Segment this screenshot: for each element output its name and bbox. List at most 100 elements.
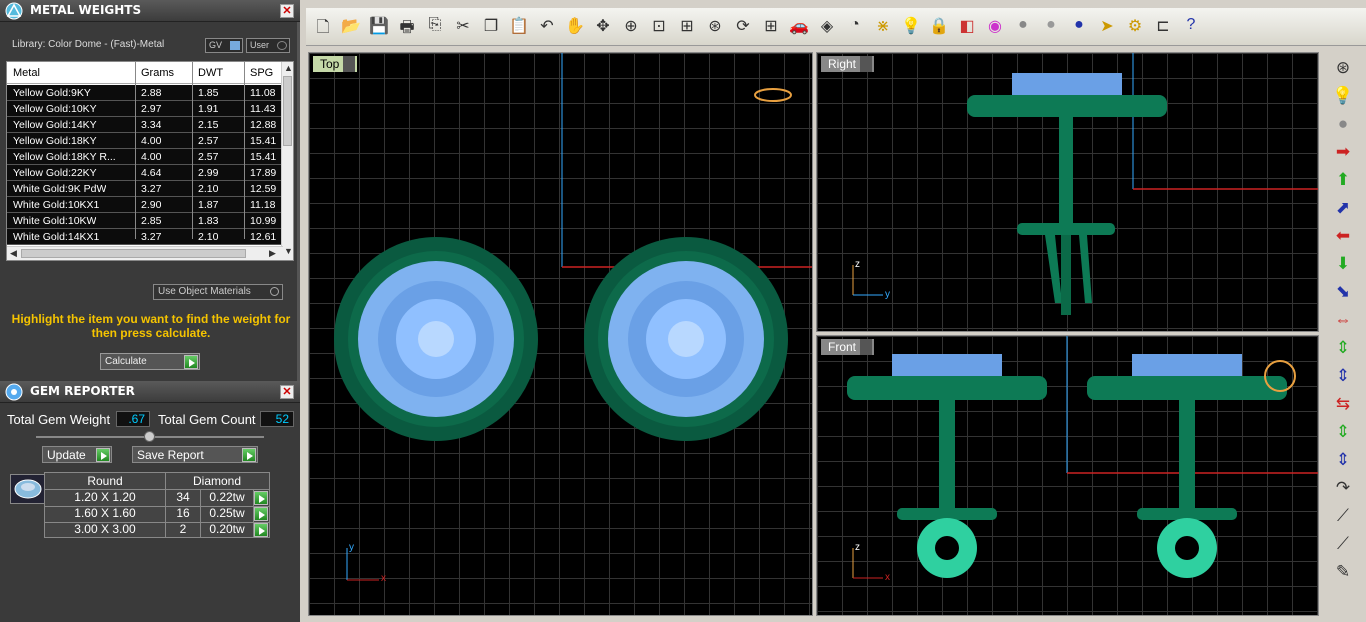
copy-icon[interactable]: ❐ xyxy=(480,16,502,38)
gauge-icon[interactable]: ◔ xyxy=(844,16,866,38)
col-spg[interactable]: SPG xyxy=(250,67,273,79)
print-icon[interactable]: 🖶 xyxy=(396,16,418,38)
metal-row[interactable]: Yellow Gold:22KY 4.64 2.99 17.89 xyxy=(7,165,283,181)
metal-weights-titlebar[interactable]: METAL WEIGHTS ✕ xyxy=(0,0,300,22)
move-icon[interactable]: ✥ xyxy=(592,16,614,38)
metal-row[interactable]: White Gold:14KX1 3.27 2.10 12.61 xyxy=(7,229,283,245)
zoom-window-icon[interactable]: ⊡ xyxy=(648,16,670,38)
scale-z-icon[interactable]: ⇕ xyxy=(1331,366,1355,388)
scroll-left-icon[interactable]: ◀ xyxy=(10,248,17,259)
gem-row-go-button[interactable] xyxy=(254,523,268,537)
front-viewport[interactable]: Front z x xyxy=(816,335,1319,616)
gem-reporter-titlebar[interactable]: GEM REPORTER ✕ xyxy=(0,381,300,403)
top-viewport[interactable]: Top y x xyxy=(308,52,813,616)
dimension-icon[interactable]: ⊏ xyxy=(1152,16,1174,38)
metal-table-hscroll[interactable]: ◀ ▶ xyxy=(7,246,283,260)
arrow-left-icon[interactable]: ⬅ xyxy=(1331,226,1355,248)
update-button[interactable]: Update xyxy=(42,446,112,463)
metal-row[interactable]: White Gold:10KX1 2.90 1.87 11.18 xyxy=(7,197,283,213)
metal-spg: 11.08 xyxy=(250,87,276,99)
rotate-icon[interactable]: ↷ xyxy=(1331,478,1355,500)
scale-y-icon[interactable]: ⇕ xyxy=(1331,338,1355,360)
save-report-button[interactable]: Save Report xyxy=(132,446,258,463)
total-gem-count-value: 52 xyxy=(260,411,294,427)
use-object-materials-toggle[interactable]: Use Object Materials xyxy=(153,284,283,300)
car-icon[interactable]: 🚗 xyxy=(788,16,810,38)
mirror-y-icon[interactable]: ⇕ xyxy=(1331,422,1355,444)
viewport-layout-icon[interactable]: ⊞ xyxy=(760,16,782,38)
zoom-in-icon[interactable]: ⊕ xyxy=(620,16,642,38)
col-metal[interactable]: Metal xyxy=(13,67,40,79)
metal-row[interactable]: White Gold:10KW 2.85 1.83 10.99 xyxy=(7,213,283,229)
user-toggle[interactable]: User xyxy=(246,38,290,53)
color-wheel-icon[interactable]: ◉ xyxy=(984,16,1006,38)
paste-icon[interactable]: 📋 xyxy=(508,16,530,38)
metal-weights-close-button[interactable]: ✕ xyxy=(280,4,294,18)
metal-row[interactable]: Yellow Gold:18KY R... 4.00 2.57 15.41 xyxy=(7,149,283,165)
eraser-icon[interactable]: ✎ xyxy=(1331,562,1355,584)
arrow-down-icon[interactable]: ⬇ xyxy=(1331,254,1355,276)
zoom-dynamic-icon[interactable]: ⊛ xyxy=(704,16,726,38)
metal-row[interactable]: Yellow Gold:10KY 2.97 1.91 11.43 xyxy=(7,101,283,117)
cut-icon[interactable]: ✂ xyxy=(452,16,474,38)
gem-row-go-button[interactable] xyxy=(254,507,268,521)
arrow-right-icon[interactable]: ➡ xyxy=(1331,142,1355,164)
sphere-grey-icon[interactable]: ● xyxy=(1040,16,1062,38)
rotate-view-icon[interactable]: ⟳ xyxy=(732,16,754,38)
sphere-icon[interactable]: ● xyxy=(1012,16,1034,38)
arrow-diag-down-icon[interactable]: ⬊ xyxy=(1331,282,1355,304)
metal-table[interactable]: Metal Grams DWT SPG Yellow Gold:9KY 2.88 1… xyxy=(6,61,294,261)
sphere-blue-icon[interactable]: ● xyxy=(1068,16,1090,38)
gear-icon[interactable]: ⚙ xyxy=(1124,16,1146,38)
save-icon[interactable]: 💾 xyxy=(368,16,390,38)
metal-dwt: 1.91 xyxy=(198,103,219,115)
snap-icon[interactable]: ⋇ xyxy=(872,16,894,38)
layer-icon[interactable]: ◧ xyxy=(956,16,978,38)
gem-slider-handle[interactable] xyxy=(144,431,155,442)
metal-grams: 4.00 xyxy=(141,135,162,147)
gem-row-go-button[interactable] xyxy=(254,491,268,505)
metal-table-vscroll[interactable]: ▲ ▼ xyxy=(281,62,293,260)
open-icon[interactable]: 📂 xyxy=(340,16,362,38)
undo-icon[interactable]: ↶ xyxy=(536,16,558,38)
scale-x-icon[interactable]: ⇔ xyxy=(1331,310,1355,332)
arrow-up-icon[interactable]: ⬆ xyxy=(1331,170,1355,192)
pan-hand-icon[interactable]: ✋ xyxy=(564,16,586,38)
arrow-diag-icon[interactable]: ⬈ xyxy=(1331,198,1355,220)
mirror-z-icon[interactable]: ⇕ xyxy=(1331,450,1355,472)
col-dwt[interactable]: DWT xyxy=(198,67,223,79)
metal-row[interactable]: White Gold:9K PdW 3.27 2.10 12.59 xyxy=(7,181,283,197)
gem-reporter-close-button[interactable]: ✕ xyxy=(280,385,294,399)
user-toggle-indicator xyxy=(277,41,287,50)
vscroll-thumb[interactable] xyxy=(283,76,292,146)
scroll-down-icon[interactable]: ▼ xyxy=(284,246,293,256)
col-grams[interactable]: Grams xyxy=(141,67,174,79)
metal-row[interactable]: Yellow Gold:9KY 2.88 1.85 11.08 xyxy=(7,85,283,101)
column-divider xyxy=(244,62,245,239)
scroll-up-icon[interactable]: ▲ xyxy=(284,63,293,73)
line-icon[interactable]: ⟋ xyxy=(1331,506,1355,528)
pointer-icon[interactable]: ➤ xyxy=(1096,16,1118,38)
gumball-icon[interactable]: ◈ xyxy=(816,16,838,38)
lock-icon[interactable]: 🔒 xyxy=(928,16,950,38)
hscroll-thumb[interactable] xyxy=(21,249,246,258)
gem-weight: 0.22tw xyxy=(209,490,245,504)
calculate-button[interactable]: Calculate xyxy=(100,353,200,370)
gv-toggle[interactable]: GV xyxy=(205,38,243,53)
metal-spg: 15.41 xyxy=(250,135,277,147)
metal-row[interactable]: Yellow Gold:14KY 3.34 2.15 12.88 xyxy=(7,117,283,133)
light-icon[interactable]: 💡 xyxy=(1331,86,1355,108)
view-cube-icon[interactable]: ⊛ xyxy=(1331,58,1355,80)
metal-row[interactable]: Yellow Gold:18KY 4.00 2.57 15.41 xyxy=(7,133,283,149)
copy-file-icon[interactable]: ⎘ xyxy=(424,16,446,38)
new-icon[interactable]: 🗋 xyxy=(312,16,334,38)
scroll-right-icon[interactable]: ▶ xyxy=(269,248,276,259)
light-bulb-icon[interactable]: 💡 xyxy=(900,16,922,38)
right-viewport[interactable]: Right z y xyxy=(816,52,1319,332)
use-object-materials-indicator xyxy=(270,287,279,296)
help-icon[interactable]: ? xyxy=(1180,16,1202,38)
zoom-extents-icon[interactable]: ⊞ xyxy=(676,16,698,38)
line-dashed-icon[interactable]: ⟋ xyxy=(1331,534,1355,556)
render-sphere-icon[interactable]: ● xyxy=(1331,114,1355,136)
mirror-x-icon[interactable]: ⇆ xyxy=(1331,394,1355,416)
